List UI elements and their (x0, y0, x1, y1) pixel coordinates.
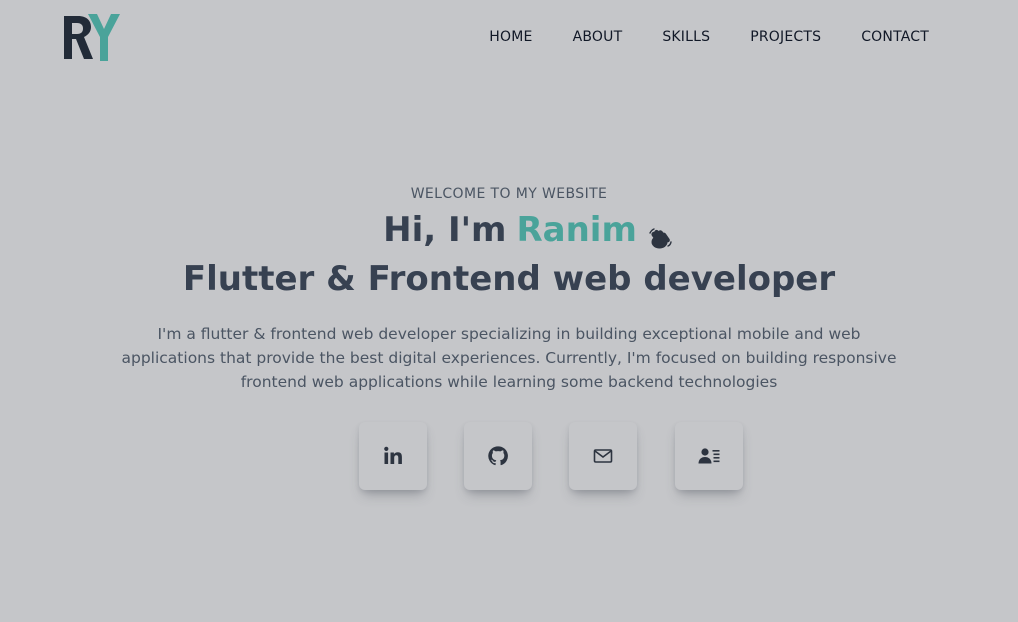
nav-about[interactable]: ABOUT (573, 29, 623, 45)
linkedin-button[interactable] (359, 422, 427, 490)
nav-home[interactable]: HOME (489, 29, 532, 45)
main-nav: HOME ABOUT SKILLS PROJECTS CONTACT (489, 29, 929, 45)
waving-hand-icon (647, 220, 673, 249)
social-links (359, 422, 743, 490)
email-button[interactable] (569, 422, 637, 490)
intro-paragraph: I'm a flutter & frontend web developer s… (121, 325, 897, 391)
contact-button[interactable] (675, 422, 743, 490)
name-highlight: Ranim (516, 210, 637, 250)
nav-contact[interactable]: CONTACT (861, 29, 929, 45)
linkedin-icon (384, 446, 402, 464)
github-icon (488, 446, 508, 466)
nav-skills[interactable]: SKILLS (662, 29, 710, 45)
greeting-heading: Hi, I'm Ranim (0, 210, 1018, 250)
greeting-prefix: Hi, I'm (383, 210, 507, 250)
hero-section: WELCOME TO MY WEBSITE Hi, I'm Ranim Flut… (0, 186, 1018, 394)
nav-projects[interactable]: PROJECTS (750, 29, 821, 45)
role-heading: Flutter & Frontend web developer (182, 259, 836, 299)
welcome-text: WELCOME TO MY WEBSITE (410, 186, 608, 202)
github-button[interactable] (464, 422, 532, 490)
mail-icon (593, 449, 613, 463)
page: HOME ABOUT SKILLS PROJECTS CONTACT WELCO… (0, 0, 1018, 622)
site-logo[interactable] (62, 12, 122, 64)
contact-card-icon (698, 448, 720, 464)
ry-logo-icon (64, 14, 120, 61)
